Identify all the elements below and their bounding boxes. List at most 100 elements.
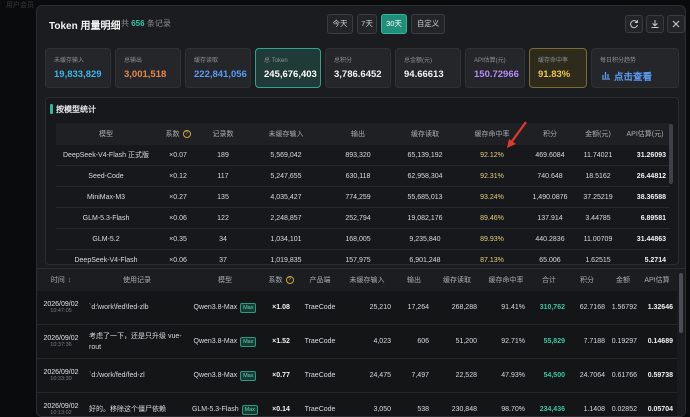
max-badge: Max [240, 370, 257, 381]
usage-row[interactable]: 2026/09/02 10:37:36 考虑了一下，还是只升级 vue-rout Qw… [37, 325, 677, 359]
usage-row[interactable]: 2026/09/02 10:13:02 好的。移除这个僵尸依赖 GLM-5.3-Fla… [37, 393, 677, 416]
model-row[interactable]: GLM-5.3-Flash ×0.06 122 2,248,857 252,794 19,… [56, 208, 670, 229]
cell-cache-read: 268,288 [451, 304, 477, 311]
refresh-button[interactable] [625, 15, 643, 33]
col-api: API估算 [644, 277, 670, 284]
summary-cards: 未缓存输入 19,833,829 总输出 3,001,518 缓存读取 222,… [45, 48, 679, 88]
cell-total: 55,829 [543, 338, 565, 345]
model-row[interactable]: DeepSeek-V4-Flash ×0.06 37 1,019,835 157,975… [56, 250, 670, 264]
cell-cache-read: 55,685,013 [407, 193, 443, 201]
card-label: 总积分 [334, 58, 353, 64]
cell-api: 31.26093 [636, 151, 666, 159]
card-label: API估算(元) [474, 58, 506, 64]
cell-model: Qwen3.8-Max Max [189, 359, 261, 392]
scrollbar-thumb[interactable] [679, 273, 683, 333]
help-icon[interactable]: ? [285, 276, 294, 284]
cell-records: 135 [217, 193, 229, 201]
cell-output: 774,259 [345, 193, 371, 201]
col-uncached: 未缓存输入 [268, 131, 304, 138]
cell-output: 893,320 [345, 151, 371, 159]
cell-model: DeepSeek-V4-Flash [74, 256, 138, 264]
col-cache-read: 缓存读取 [443, 277, 471, 284]
cell-uncached: 5,569,042 [270, 151, 302, 159]
cell-time: 2026/09/02 10:33:30 [37, 359, 85, 392]
record-count: 共 656 条记录 [121, 18, 171, 29]
record-count-suffix: 条记录 [146, 19, 171, 28]
cell-record[interactable]: `d:/work/fed/fed-zl [87, 359, 187, 392]
view-trend-link[interactable]: 点击查看 [614, 69, 652, 83]
model-name: GLM-5.3-Flash [191, 406, 239, 413]
record-time: 10:33:30 [50, 376, 72, 382]
model-name: Qwen3.8-Max [193, 304, 238, 311]
model-table-scrollbar[interactable] [669, 124, 673, 184]
model-row[interactable]: MiniMax-M3 ×0.27 135 4,035,427 774,259 55,685… [56, 187, 670, 208]
col-time: 时间 ↕ [37, 269, 85, 291]
usage-row[interactable]: 2026/09/02 10:47:05 `d:\work\fed\fed-zlb Qw… [37, 291, 677, 325]
record-count-prefix: 共 [121, 19, 129, 28]
model-row[interactable]: DeepSeek-V4-Flash 正式版 ×0.07 189 5,569,042 89… [56, 145, 670, 166]
help-icon[interactable]: ? [182, 130, 191, 138]
card-label: 缓存读取 [194, 58, 219, 64]
card-value: 150.72966 [474, 69, 519, 80]
cell-points: 440.2836 [535, 235, 565, 243]
cell-coef: ×0.14 [272, 406, 290, 413]
model-name: Qwen3.8-Max [193, 338, 238, 345]
model-row[interactable]: GLM-5.2 ×0.35 34 1,034,101 168,005 9,235,840 8… [56, 229, 670, 250]
record-time: 10:47:05 [50, 308, 72, 314]
cell-amount: 11.00709 [583, 235, 613, 243]
col-records: 记录数 [212, 131, 234, 138]
cell-coef: ×0.06 [169, 214, 187, 222]
record-count-value: 656 [131, 19, 145, 28]
period-today-button[interactable]: 今天 [327, 14, 353, 34]
col-coef-label: 系数 [268, 277, 283, 284]
cell-coef: ×0.27 [169, 193, 187, 201]
card-value: 94.66613 [404, 69, 444, 80]
period-30d-button[interactable]: 30天 [381, 14, 407, 34]
cell-hit-rate: 89.46% [480, 214, 504, 222]
sort-icon[interactable]: ↕ [68, 277, 72, 284]
usage-row[interactable]: 2026/09/02 10:33:30 `d:/work/fed/fed-zl Qwe… [37, 359, 677, 393]
col-client: 产品端 [309, 277, 331, 284]
max-badge: Max [240, 302, 257, 313]
cell-points: 62.7168 [579, 304, 605, 311]
close-button[interactable] [667, 15, 685, 33]
cell-record[interactable]: 考虑了一下，还是只升级 vue-rout [87, 325, 187, 358]
cell-model: MiniMax-M3 [86, 193, 126, 201]
period-7d-button[interactable]: 7天 [357, 14, 377, 34]
card-daily-points-trend[interactable]: 每日积分趋势 点击查看 [591, 48, 679, 88]
cell-cache-read: 65,139,192 [407, 151, 443, 159]
col-amount: 金额 [616, 277, 630, 284]
card-value: 222,841,056 [194, 69, 247, 80]
cell-client: TraeCode [304, 338, 336, 345]
record-date: 2026/09/02 [43, 403, 79, 410]
cell-total: 310,762 [539, 304, 565, 311]
cell-records: 34 [219, 235, 227, 243]
card-label: 每日积分趋势 [600, 58, 637, 64]
period-custom-button[interactable]: 自定义 [411, 14, 445, 34]
record-date: 2026/09/02 [43, 335, 79, 342]
card-label: 总 Token [264, 58, 288, 64]
model-row[interactable]: Seed-Code ×0.12 117 5,247,655 630,118 62,958,… [56, 166, 670, 187]
cell-cache-read: 230,848 [451, 406, 477, 413]
download-button[interactable] [646, 15, 664, 33]
card-uncached-input: 未缓存输入 19,833,829 [45, 48, 111, 88]
cell-time: 2026/09/02 10:13:02 [37, 393, 85, 416]
cell-client: TraeCode [304, 406, 336, 413]
usage-scrollbar[interactable] [677, 269, 685, 416]
col-hit-rate: 缓存命中率 [488, 277, 524, 284]
cell-model: Seed-Code [88, 172, 124, 180]
cell-time: 2026/09/02 10:47:05 [37, 291, 85, 324]
cell-output: 630,118 [345, 172, 371, 180]
close-icon [672, 20, 680, 28]
card-label: 缓存命中率 [538, 58, 569, 64]
token-usage-modal: Token 用量明细 共 656 条记录 今天 7天 30天 自定义 未缓存输入… [36, 5, 686, 417]
card-api-estimate: API估算(元) 150.72966 [465, 48, 525, 88]
cell-record[interactable]: 好的。移除这个僵尸依赖 [87, 393, 187, 416]
cell-points: 469.6084 [535, 151, 565, 159]
cell-record[interactable]: `d:\work\fed\fed-zlb [87, 291, 187, 324]
cell-client: TraeCode [304, 372, 336, 379]
card-total-token: 总 Token 245,676,403 [255, 48, 321, 88]
usage-records-table: 时间 ↕ 使用记录 模型 系数? 产品端 未缓存输入 输出 缓存读取 缓存命中率 … [37, 268, 685, 416]
cell-amount: 0.61766 [611, 372, 637, 379]
cell-api: 26.44812 [636, 172, 666, 180]
